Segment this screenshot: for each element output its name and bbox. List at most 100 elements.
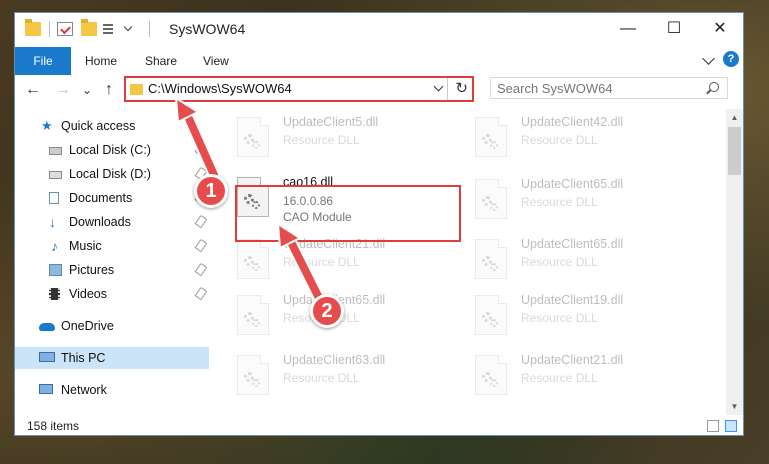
sidebar-item-label: Pictures xyxy=(69,263,115,277)
sidebar-item-documents[interactable]: Documents xyxy=(15,187,209,209)
file-description: Resource DLL xyxy=(521,311,598,325)
dll-file-icon xyxy=(237,295,269,335)
chevron-down-icon[interactable] xyxy=(433,81,444,92)
explorer-window: SysWOW64 — ☐ ✕ File Home Share View ? ← … xyxy=(14,12,744,436)
drive-icon xyxy=(49,147,62,155)
close-button[interactable]: ✕ xyxy=(697,13,743,45)
address-path[interactable]: C:\Windows\SysWOW64 xyxy=(148,81,292,96)
music-note-icon: ♪ xyxy=(51,238,58,254)
properties-icon[interactable] xyxy=(57,22,73,36)
address-bar[interactable]: C:\Windows\SysWOW64 ↻ xyxy=(124,76,474,102)
sidebar-item-pictures[interactable]: Pictures xyxy=(15,259,209,281)
up-button[interactable]: ↑ xyxy=(99,79,119,101)
recent-locations-button[interactable]: ⌄ xyxy=(77,79,97,101)
help-icon[interactable]: ? xyxy=(723,51,739,67)
sidebar-item-local-disk-c[interactable]: Local Disk (C:) xyxy=(15,139,209,161)
pin-icon[interactable] xyxy=(194,286,208,301)
navigation-pane: ★ Quick access Local Disk (C:) Local Dis… xyxy=(15,109,209,415)
window-title: SysWOW64 xyxy=(169,21,246,37)
sidebar-item-videos[interactable]: Videos xyxy=(15,283,209,305)
vertical-scrollbar[interactable]: ▲ ▼ xyxy=(726,109,743,415)
picture-icon xyxy=(49,264,62,276)
item-count: 158 items xyxy=(27,419,80,433)
list-item[interactable]: UpdateClient21.dll Resource DLL xyxy=(451,347,681,407)
pin-icon[interactable] xyxy=(194,262,208,277)
dll-file-icon xyxy=(475,239,507,279)
file-description: Resource DLL xyxy=(283,255,360,269)
computer-icon xyxy=(39,352,55,362)
file-list: UpdateClient5.dll Resource DLL cao16.dll… xyxy=(213,109,725,415)
sidebar-item-label: Downloads xyxy=(69,215,131,229)
film-icon xyxy=(49,288,60,300)
folder-icon xyxy=(25,19,41,36)
list-item[interactable]: UpdateClient42.dll Resource DLL xyxy=(451,109,681,169)
sidebar-item-label: Local Disk (C:) xyxy=(69,143,151,157)
back-button[interactable]: ← xyxy=(23,79,43,101)
list-item[interactable]: UpdateClient63.dll Resource DLL xyxy=(213,347,443,407)
tab-view[interactable]: View xyxy=(203,47,229,75)
new-folder-icon[interactable] xyxy=(81,19,97,36)
expand-ribbon-icon[interactable] xyxy=(702,52,715,65)
file-name: UpdateClient21.dll xyxy=(521,353,624,367)
download-arrow-icon: ↓ xyxy=(49,214,56,230)
selected-file-highlight xyxy=(235,185,461,242)
drive-icon xyxy=(49,171,62,179)
file-name: UpdateClient19.dll xyxy=(521,293,624,307)
ribbon-tabs: File Home Share View ? xyxy=(15,45,743,76)
list-item[interactable]: UpdateClient19.dll Resource DLL xyxy=(451,287,681,347)
customize-toolbar-icon[interactable] xyxy=(103,22,119,36)
tab-share[interactable]: Share xyxy=(145,47,177,75)
dll-file-icon xyxy=(475,117,507,157)
tab-file[interactable]: File xyxy=(15,47,71,75)
file-description: Resource DLL xyxy=(521,255,598,269)
sidebar-item-label: Local Disk (D:) xyxy=(69,167,151,181)
list-item[interactable]: UpdateClient65.dll Resource DLL xyxy=(451,231,681,291)
sidebar-item-downloads[interactable]: ↓ Downloads xyxy=(15,211,209,233)
sidebar-item-label: Network xyxy=(61,383,107,397)
sidebar-item-quick-access[interactable]: ★ Quick access xyxy=(15,115,209,137)
status-bar: 158 items xyxy=(15,415,743,435)
tab-home[interactable]: Home xyxy=(85,47,117,75)
cloud-icon xyxy=(39,323,55,331)
forward-button[interactable]: → xyxy=(53,79,73,101)
dll-file-icon xyxy=(237,355,269,395)
file-description: Resource DLL xyxy=(521,195,598,209)
pin-icon[interactable] xyxy=(194,142,208,157)
search-input[interactable] xyxy=(497,81,697,96)
chevron-down-icon[interactable] xyxy=(123,22,133,32)
scroll-up-arrow-icon[interactable]: ▲ xyxy=(726,109,743,126)
scroll-down-arrow-icon[interactable]: ▼ xyxy=(726,398,743,415)
scrollbar-thumb[interactable] xyxy=(728,127,741,175)
sidebar-item-local-disk-d[interactable]: Local Disk (D:) xyxy=(15,163,209,185)
sidebar-item-label: Documents xyxy=(69,191,133,205)
sidebar-item-label: Videos xyxy=(69,287,107,301)
search-box[interactable] xyxy=(490,77,728,99)
sidebar-item-music[interactable]: ♪ Music xyxy=(15,235,209,257)
divider xyxy=(49,21,50,37)
details-view-icon[interactable] xyxy=(707,420,719,432)
folder-icon xyxy=(130,84,143,95)
file-name: UpdateClient5.dll xyxy=(283,115,379,129)
pin-icon[interactable] xyxy=(194,238,208,253)
sidebar-item-label: Quick access xyxy=(61,119,136,133)
pin-icon[interactable] xyxy=(194,214,208,229)
list-item[interactable]: UpdateClient5.dll Resource DLL xyxy=(213,109,443,169)
large-icons-view-icon[interactable] xyxy=(725,420,737,432)
sidebar-item-label: OneDrive xyxy=(61,319,114,333)
file-name: UpdateClient42.dll xyxy=(521,115,624,129)
list-item[interactable]: UpdateClient65.dll Resource DLL xyxy=(451,171,681,231)
sidebar-item-network[interactable]: Network xyxy=(15,379,209,401)
step-2-badge: 2 xyxy=(310,294,344,328)
file-name: UpdateClient63.dll xyxy=(283,353,386,367)
minimize-button[interactable]: — xyxy=(605,13,651,45)
maximize-button[interactable]: ☐ xyxy=(651,13,697,45)
divider xyxy=(149,21,150,37)
sidebar-item-label: Music xyxy=(69,239,102,253)
search-icon[interactable] xyxy=(709,82,719,92)
sidebar-item-onedrive[interactable]: OneDrive xyxy=(15,315,209,337)
dll-file-icon xyxy=(475,179,507,219)
refresh-button[interactable]: ↻ xyxy=(455,79,468,97)
navigation-bar: ← → ⌄ ↑ C:\Windows\SysWOW64 ↻ xyxy=(15,75,743,105)
sidebar-item-this-pc[interactable]: This PC xyxy=(15,347,209,369)
dll-file-icon xyxy=(237,239,269,279)
